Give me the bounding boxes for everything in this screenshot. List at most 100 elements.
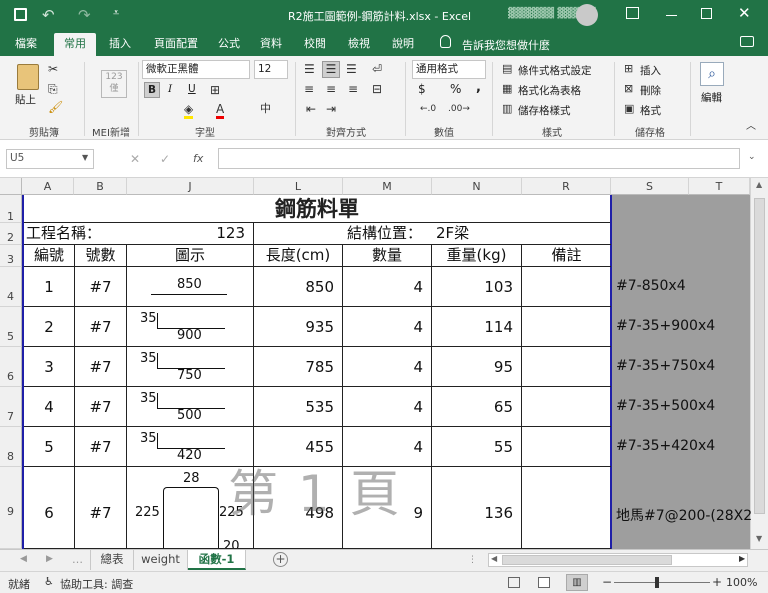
row1-figure[interactable]: 850 — [127, 267, 254, 307]
add-sheet-icon[interactable]: + — [273, 552, 288, 567]
name-box-dropdown-icon[interactable]: ▼ — [82, 153, 88, 162]
header-length[interactable]: 長度(cm) — [254, 245, 343, 267]
sheet-title[interactable]: 鋼筋料單 — [24, 195, 610, 223]
underline-button[interactable]: U — [188, 83, 196, 95]
row-header-1[interactable]: 1 — [0, 195, 22, 223]
column-header-S[interactable]: S — [611, 178, 689, 195]
row1-length[interactable]: 850 — [254, 267, 343, 307]
row3-length[interactable]: 785 — [254, 347, 343, 387]
editing-button[interactable]: 編輯 — [701, 90, 722, 105]
row-header-4[interactable]: 4 — [0, 267, 22, 307]
horizontal-scroll-thumb[interactable] — [502, 555, 672, 565]
undo-icon[interactable]: ↶ — [42, 6, 55, 24]
name-box[interactable]: U5 — [6, 149, 94, 169]
project-value[interactable]: 123 — [127, 223, 254, 245]
font-color-icon[interactable]: A — [216, 102, 225, 119]
tab-view[interactable]: 檢視 — [342, 33, 376, 56]
row6-note[interactable]: 地馬#7@200-(28X2 — [616, 505, 752, 525]
column-header-L[interactable]: L — [254, 178, 343, 195]
avatar[interactable] — [576, 4, 598, 26]
column-header-R[interactable]: R — [522, 178, 611, 195]
tab-split-handle[interactable]: ⋮ — [468, 555, 477, 565]
cancel-icon[interactable]: ✕ — [130, 152, 140, 166]
zoom-slider-thumb[interactable] — [655, 577, 659, 588]
currency-button[interactable]: $ — [418, 82, 426, 96]
sheet-tab-active[interactable]: 函數-1 — [188, 550, 246, 570]
location-label[interactable]: 結構位置： — [343, 223, 432, 245]
vertical-scroll-thumb[interactable] — [754, 198, 765, 514]
tab-home[interactable]: 常用 — [54, 33, 96, 56]
maximize-icon[interactable] — [701, 8, 712, 19]
scroll-down-icon[interactable]: ▼ — [756, 534, 762, 543]
column-header-T[interactable]: T — [689, 178, 750, 195]
increase-decimal-icon[interactable]: ←.0 — [420, 102, 436, 116]
row5-no[interactable]: 5 — [24, 427, 75, 467]
tell-me-search[interactable]: 告訴我您想做什麼 — [462, 37, 550, 53]
zoom-out-icon[interactable]: − — [602, 575, 612, 589]
save-icon[interactable] — [14, 8, 27, 21]
ribbon-display-icon[interactable] — [626, 7, 639, 19]
column-header-B[interactable]: B — [74, 178, 127, 195]
row-header-3[interactable]: 3 — [0, 245, 22, 267]
percent-button[interactable]: % — [450, 82, 461, 96]
row3-remark[interactable] — [522, 347, 611, 387]
formula-input[interactable] — [218, 148, 740, 169]
row2-length[interactable]: 935 — [254, 307, 343, 347]
accessibility-status[interactable]: 協助工具: 調查 — [60, 576, 133, 592]
header-weight[interactable]: 重量(kg) — [432, 245, 522, 267]
tab-page-layout[interactable]: 頁面配置 — [146, 33, 206, 56]
comma-button[interactable]: , — [476, 80, 481, 95]
align-center-icon[interactable]: ≡ — [326, 82, 336, 96]
enter-icon[interactable]: ✓ — [160, 152, 170, 166]
search-icon[interactable]: ⌕ — [700, 62, 724, 86]
row-header-8[interactable]: 8 — [0, 427, 22, 467]
row5-weight[interactable]: 55 — [432, 427, 522, 467]
row2-weight[interactable]: 114 — [432, 307, 522, 347]
vertical-scrollbar[interactable]: ▲ ▼ — [750, 178, 768, 549]
paste-icon[interactable] — [17, 64, 39, 90]
decrease-decimal-icon[interactable]: .00→ — [448, 102, 470, 116]
sheet-overflow-icon[interactable]: … — [72, 553, 83, 566]
column-header-M[interactable]: M — [343, 178, 432, 195]
fill-color-icon[interactable]: ◈ — [184, 102, 194, 119]
zoom-level[interactable]: 100% — [726, 576, 757, 589]
row-header-5[interactable]: 5 — [0, 307, 22, 347]
phonetic-icon[interactable]: 中 — [260, 102, 271, 116]
row1-note[interactable]: #7-850x4 — [616, 278, 686, 294]
borders-icon[interactable]: ⊞ — [210, 83, 220, 97]
row3-weight[interactable]: 95 — [432, 347, 522, 387]
merge-center-icon[interactable]: ⊟ — [372, 82, 382, 96]
row2-qty[interactable]: 4 — [343, 307, 432, 347]
italic-button[interactable]: I — [168, 83, 172, 95]
row5-size[interactable]: #7 — [75, 427, 127, 467]
row6-size[interactable]: #7 — [75, 467, 127, 549]
wrap-text-icon[interactable]: ⏎ — [372, 62, 382, 76]
row-header-9[interactable]: 9 — [0, 467, 22, 549]
row6-no[interactable]: 6 — [24, 467, 75, 549]
row3-size[interactable]: #7 — [75, 347, 127, 387]
row4-note[interactable]: #7-35+500x4 — [616, 398, 715, 414]
scroll-left-icon[interactable]: ◀ — [491, 554, 497, 563]
scroll-up-icon[interactable]: ▲ — [756, 180, 762, 189]
header-size[interactable]: 號數 — [75, 245, 127, 267]
row4-size[interactable]: #7 — [75, 387, 127, 427]
tab-data[interactable]: 資料 — [254, 33, 288, 56]
cell-styles-button[interactable]: 儲存格樣式 — [518, 103, 571, 118]
row4-qty[interactable]: 4 — [343, 387, 432, 427]
insert-function-button[interactable]: fx — [193, 152, 203, 165]
row4-weight[interactable]: 65 — [432, 387, 522, 427]
row2-no[interactable]: 2 — [24, 307, 75, 347]
zoom-in-icon[interactable]: + — [712, 575, 722, 589]
format-painter-icon[interactable]: 🖌 — [48, 100, 63, 114]
row1-size[interactable]: #7 — [75, 267, 127, 307]
outdent-icon[interactable]: ⇥ — [326, 102, 336, 116]
zoom-slider-track[interactable] — [614, 582, 710, 583]
row4-no[interactable]: 4 — [24, 387, 75, 427]
bold-button[interactable]: B — [144, 82, 160, 98]
align-bottom-icon[interactable]: ☰ — [346, 62, 357, 76]
page-layout-view-icon[interactable] — [538, 577, 550, 588]
as-table-button[interactable]: 格式化為表格 — [518, 83, 581, 98]
row-header-7[interactable]: 7 — [0, 387, 22, 427]
comment-icon[interactable] — [740, 36, 754, 47]
align-left-icon[interactable]: ≡ — [304, 82, 314, 96]
